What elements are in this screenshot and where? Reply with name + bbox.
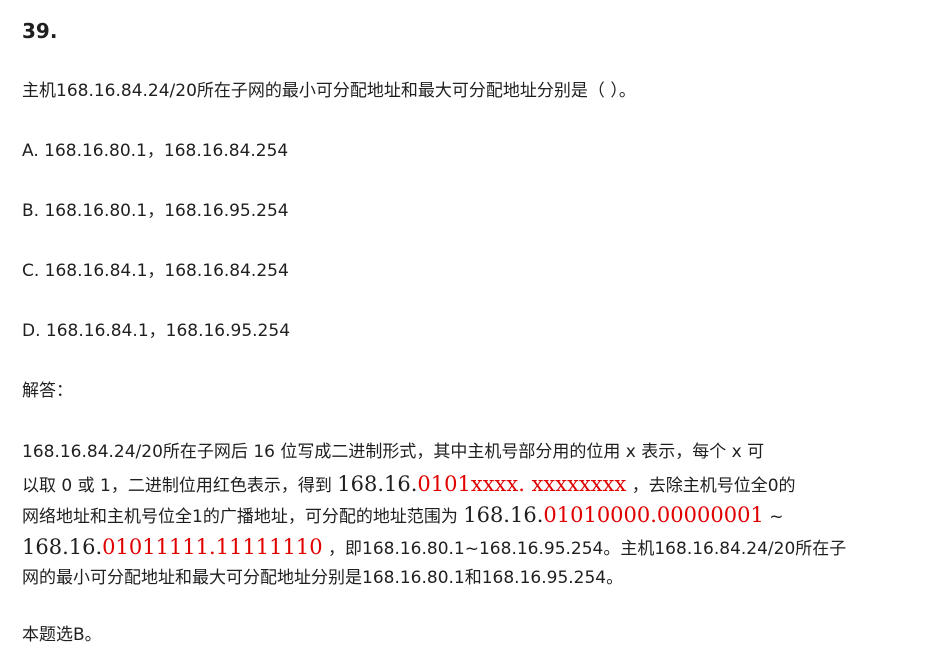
explanation-line-5: 网的最小可分配地址和最大可分配地址分别是168.16.80.1和168.16.9… [22,568,624,588]
explanation-text: 以取 0 或 1，二进制位用红色表示，得到 [22,475,338,496]
option-c: C. 168.16.84.1，168.16.84.254 [22,261,289,281]
option-a: A. 168.16.80.1，168.16.84.254 [22,141,289,161]
explanation-text: ，去除主机号位全0的 [626,475,796,496]
question-number: 39. [22,19,58,43]
explanation-line-3: 网络地址和主机号位全1的广播地址，可分配的地址范围为 168.16.010100… [22,500,902,532]
explanation-line-2: 以取 0 或 1，二进制位用红色表示，得到 168.16.0101xxxx. x… [22,469,902,501]
explanation-text: ~ [763,507,784,527]
option-b: B. 168.16.80.1，168.16.95.254 [22,201,289,221]
explanation-text: 网络地址和主机号位全1的广播地址，可分配的地址范围为 [22,507,464,527]
question-stem: 主机168.16.84.24/20所在子网的最小可分配地址和最大可分配地址分别是… [22,81,636,101]
explanation-text: ，即168.16.80.1~168.16.95.254。主机168.16.84.… [322,538,847,559]
binary-host-bits: 0101xxxx. xxxxxxxx [417,471,627,496]
explanation-line-4: 168.16.01011111.11111110 ，即168.16.80.1~1… [22,532,902,564]
binary-prefix: 168.16. [337,471,418,496]
option-d: D. 168.16.84.1，168.16.95.254 [22,321,291,341]
binary-max-address: 01011111.11111110 [102,534,323,559]
binary-prefix: 168.16. [463,503,544,527]
answer-conclusion: 本题选B。 [22,625,102,645]
answer-explanation: 168.16.84.24/20所在子网后 16 位写成二进制形式，其中主机号部分… [22,437,902,595]
explanation-line-1: 168.16.84.24/20所在子网后 16 位写成二进制形式，其中主机号部分… [22,442,765,462]
binary-min-address: 01010000.00000001 [543,503,764,527]
binary-prefix: 168.16. [22,534,103,559]
answer-label: 解答： [22,381,73,401]
